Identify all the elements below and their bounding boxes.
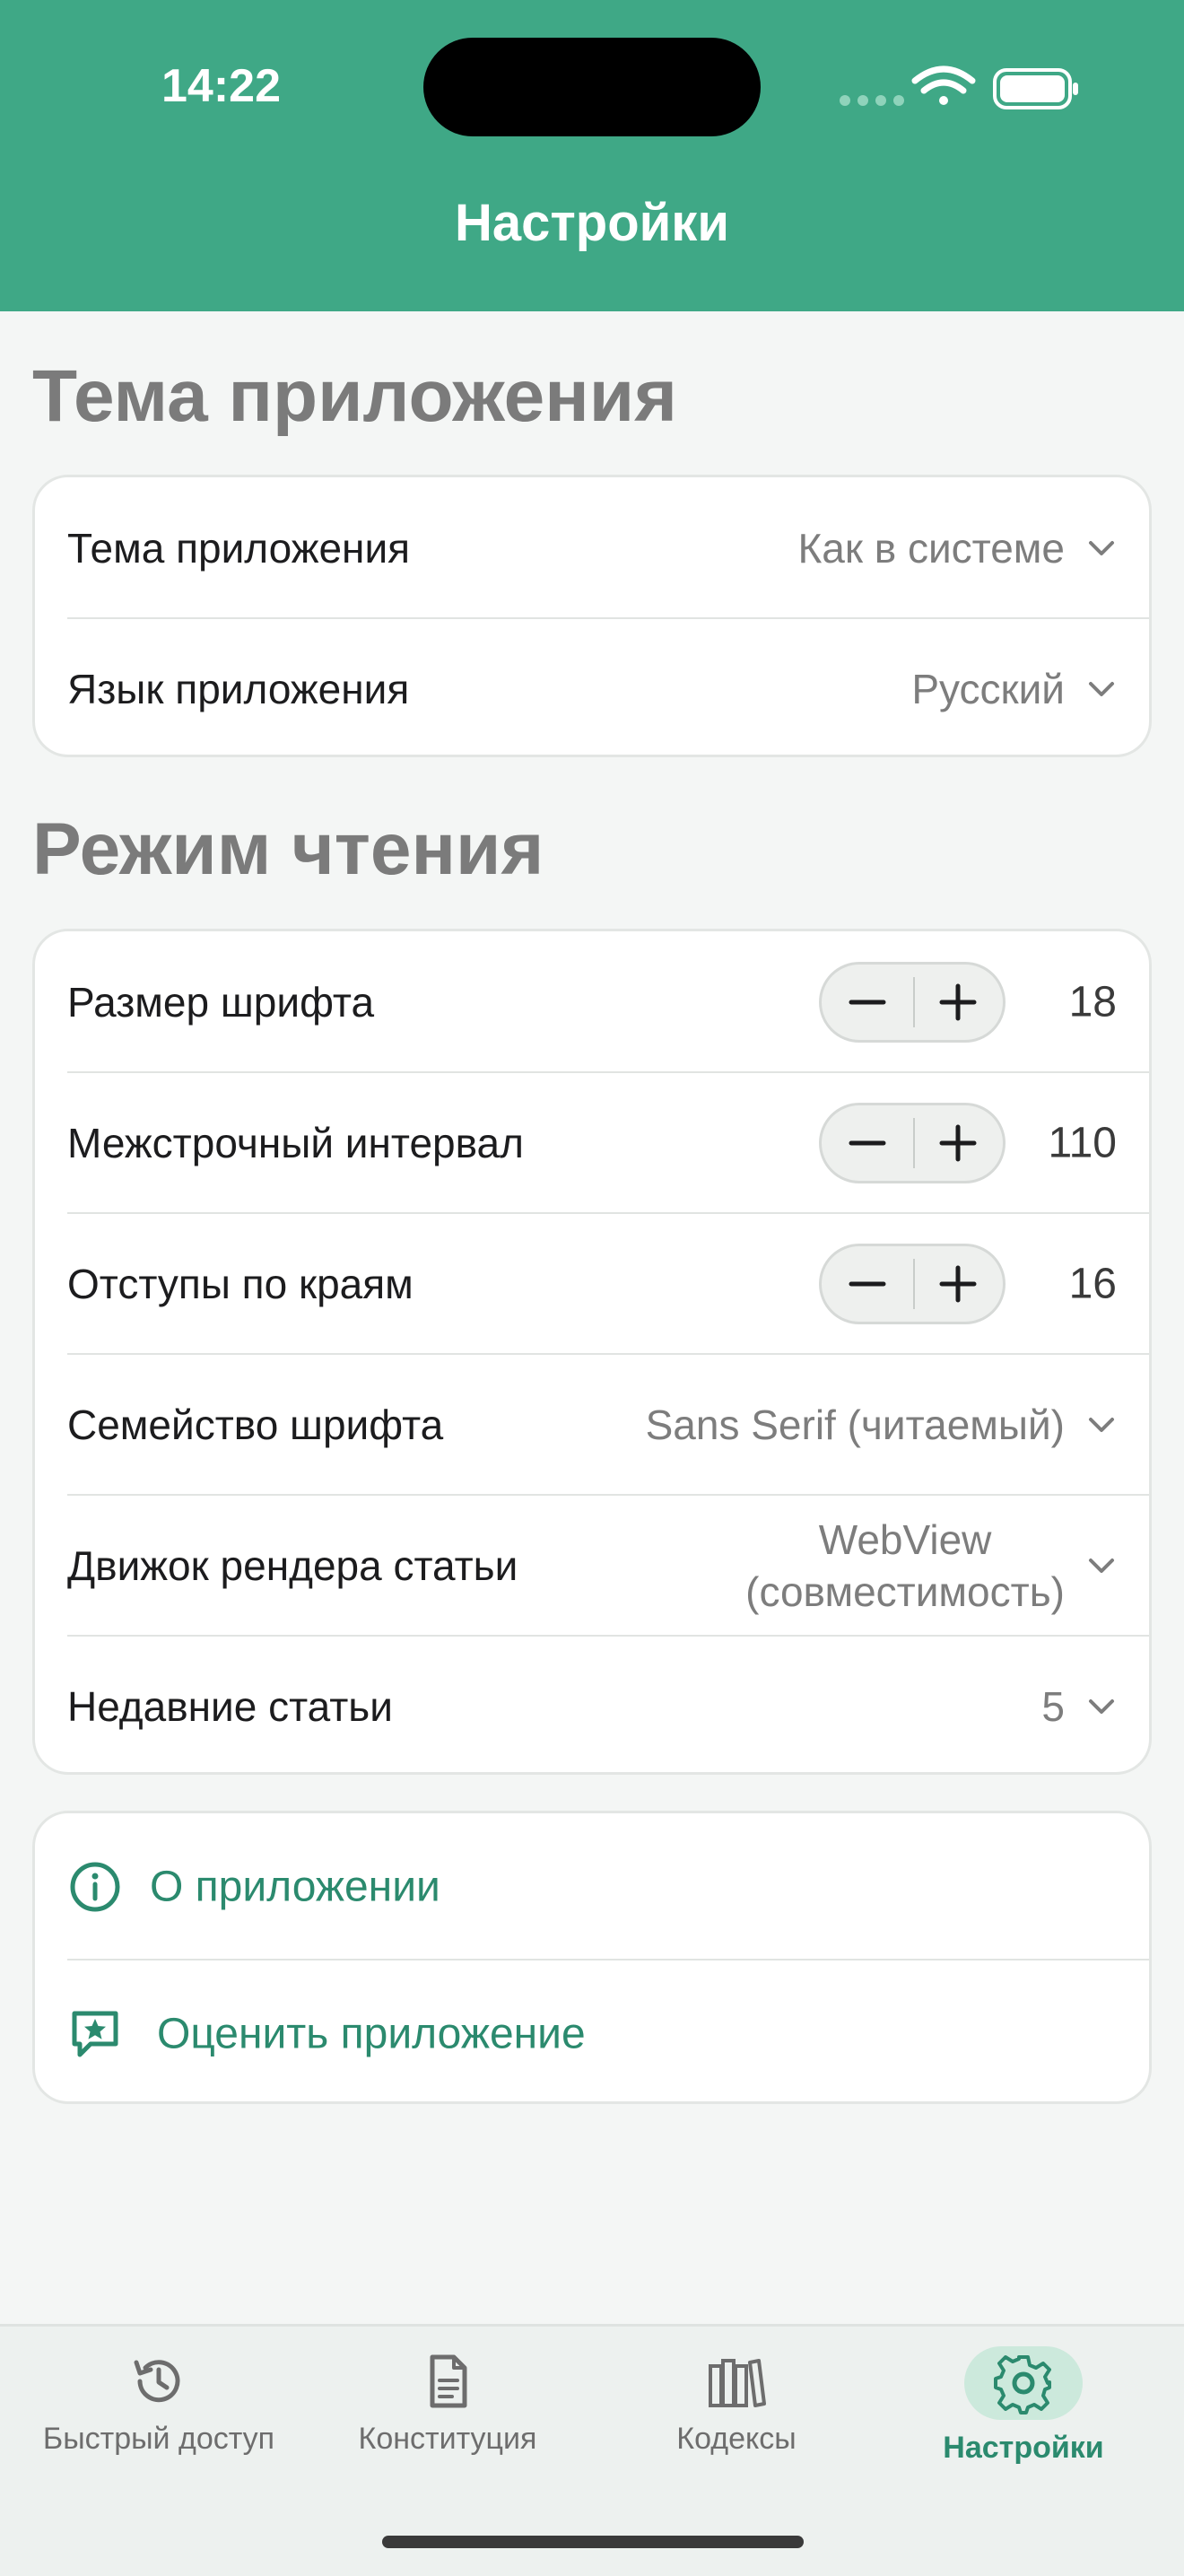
font-size-row: Размер шрифта 18 <box>35 931 1149 1072</box>
minus-icon <box>849 1000 885 1004</box>
font-family-label: Семейство шрифта <box>67 1401 444 1448</box>
page-title: Настройки <box>454 194 729 252</box>
chevron-down-icon <box>1089 1698 1114 1714</box>
tab-quick-access[interactable]: Быстрый доступ <box>11 2327 307 2506</box>
theme-label: Тема приложения <box>67 524 411 572</box>
theme-value: Как в системе <box>797 524 1065 572</box>
gear-icon <box>994 2355 1051 2414</box>
tab-label: Быстрый доступ <box>42 2422 275 2456</box>
language-value: Русский <box>911 665 1065 712</box>
chevron-down-icon <box>1089 1558 1114 1573</box>
margins-row: Отступы по краям 16 <box>35 1213 1149 1354</box>
status-icons <box>840 65 1078 109</box>
chevron-down-icon <box>1089 681 1114 696</box>
home-indicator <box>382 2536 804 2548</box>
tab-label: Кодексы <box>676 2422 797 2456</box>
font-family-value: Sans Serif (читаемый) <box>645 1401 1065 1448</box>
language-row[interactable]: Язык приложения Русский <box>35 618 1149 759</box>
section-title-reading: Режим чтения <box>32 808 544 890</box>
decrement-button[interactable] <box>822 1246 912 1322</box>
font-size-value: 18 <box>1068 978 1117 1026</box>
theme-row[interactable]: Тема приложения Как в системе <box>35 477 1149 618</box>
increment-button[interactable] <box>912 965 1003 1040</box>
tab-settings[interactable]: Настройки <box>875 2327 1171 2506</box>
info-icon <box>70 1862 120 1911</box>
margins-value: 16 <box>1068 1260 1117 1307</box>
rate-star-icon <box>72 2011 118 2056</box>
wifi-icon <box>911 65 976 105</box>
plus-icon <box>939 983 976 1020</box>
signal-dots-icon <box>840 95 904 106</box>
dynamic-island <box>423 38 761 136</box>
chevron-down-icon <box>1089 540 1114 555</box>
plus-icon <box>939 1265 976 1302</box>
line-spacing-label: Межстрочный интервал <box>67 1119 524 1166</box>
reading-card: Размер шрифта 18 Межстрочный интервал 11… <box>32 929 1152 1775</box>
render-engine-row[interactable]: Движок рендера статьи WebView (совместим… <box>35 1495 1149 1636</box>
recent-articles-value: 5 <box>1041 1682 1065 1730</box>
tab-label: Конституция <box>358 2422 537 2456</box>
about-app-row[interactable]: О приложении <box>35 1813 1149 1960</box>
history-icon <box>134 2360 180 2403</box>
recent-articles-label: Недавние статьи <box>67 1682 393 1730</box>
battery-icon <box>993 68 1078 109</box>
tab-codes[interactable]: Кодексы <box>588 2327 884 2506</box>
section-title-theme: Тема приложения <box>32 355 677 437</box>
font-size-label: Размер шрифта <box>67 978 375 1026</box>
font-family-row[interactable]: Семейство шрифта Sans Serif (читаемый) <box>35 1354 1149 1495</box>
chevron-down-icon <box>1089 1417 1114 1432</box>
increment-button[interactable] <box>912 1105 1003 1181</box>
margins-stepper <box>819 1243 1006 1324</box>
app-header: 14:22 Настройки <box>0 0 1184 311</box>
line-spacing-value: 110 <box>1048 1119 1117 1166</box>
recent-articles-row[interactable]: Недавние статьи 5 <box>35 1636 1149 1777</box>
tab-constitution[interactable]: Конституция <box>300 2327 596 2506</box>
increment-button[interactable] <box>912 1246 1003 1322</box>
font-size-stepper <box>819 961 1006 1043</box>
render-engine-label: Движок рендера статьи <box>67 1541 518 1589</box>
rate-app-label: Оценить приложение <box>157 2010 586 2057</box>
books-icon <box>709 2359 766 2407</box>
minus-icon <box>849 1281 885 1286</box>
line-spacing-row: Межстрочный интервал 110 <box>35 1072 1149 1213</box>
status-time: 14:22 <box>161 60 281 112</box>
render-engine-value-line2: (совместимость) <box>745 1567 1065 1615</box>
document-icon <box>430 2354 467 2408</box>
about-card: О приложении Оценить приложение <box>32 1811 1152 2104</box>
theme-card: Тема приложения Как в системе Язык прило… <box>32 475 1152 757</box>
language-label: Язык приложения <box>67 665 410 712</box>
line-spacing-stepper <box>819 1102 1006 1183</box>
about-app-label: О приложении <box>150 1863 440 1910</box>
render-engine-value: WebView (совместимость) <box>745 1514 1065 1618</box>
plus-icon <box>939 1124 976 1161</box>
minus-icon <box>849 1140 885 1145</box>
tab-label: Настройки <box>943 2431 1104 2465</box>
rate-app-row[interactable]: Оценить приложение <box>35 1960 1149 2107</box>
render-engine-value-line1: WebView <box>818 1515 992 1563</box>
margins-label: Отступы по краям <box>67 1260 414 1307</box>
decrement-button[interactable] <box>822 965 912 1040</box>
decrement-button[interactable] <box>822 1105 912 1181</box>
